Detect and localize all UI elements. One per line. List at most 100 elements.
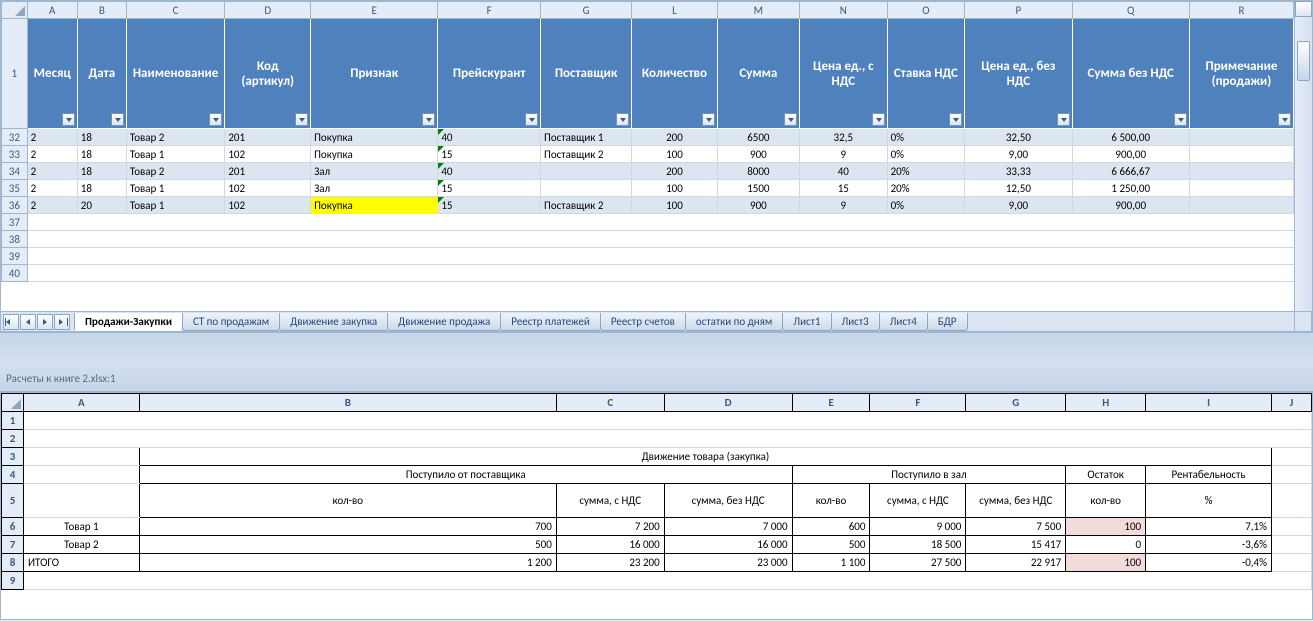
data-cell[interactable]: 40 — [799, 163, 887, 180]
data-cell[interactable]: 2 — [27, 180, 77, 197]
row-header[interactable]: 40 — [2, 265, 28, 282]
data-cell[interactable]: 600 — [792, 518, 870, 536]
data-cell[interactable]: 20% — [887, 180, 965, 197]
sheet-tab[interactable]: Лист1 — [782, 313, 831, 331]
data-cell[interactable]: 201 — [225, 163, 311, 180]
data-cell[interactable]: 40 — [438, 163, 541, 180]
filter-dropdown-icon[interactable] — [62, 113, 75, 126]
select-all-corner[interactable] — [2, 394, 24, 412]
sheet-tab[interactable]: Лист3 — [831, 313, 880, 331]
data-cell[interactable]: 16 000 — [556, 536, 664, 554]
empty-cell[interactable] — [23, 572, 1311, 590]
data-cell[interactable]: 102 — [225, 197, 311, 214]
data-cell[interactable]: 23 000 — [664, 554, 792, 572]
empty-cell[interactable] — [1272, 448, 1312, 466]
empty-cell[interactable] — [23, 448, 139, 466]
data-cell[interactable]: 2 — [27, 146, 77, 163]
table-header-cell[interactable]: Код (артикул) — [225, 19, 311, 129]
table-header-cell[interactable]: Поставщик — [541, 19, 632, 129]
sub-header[interactable]: кол-во — [1066, 484, 1146, 518]
row-header[interactable]: 39 — [2, 248, 28, 265]
sheet-tab[interactable]: СТ по продажам — [182, 313, 280, 331]
data-cell[interactable]: 0% — [887, 197, 965, 214]
select-all-corner[interactable] — [2, 2, 28, 19]
data-cell[interactable] — [1189, 129, 1293, 146]
col-header[interactable]: G — [541, 2, 632, 19]
data-cell[interactable]: 2 — [27, 163, 77, 180]
ostatok-cell[interactable]: 100 — [1066, 518, 1146, 536]
data-cell[interactable] — [1189, 163, 1293, 180]
row-header[interactable]: 8 — [2, 554, 24, 572]
data-cell[interactable]: 900,00 — [1072, 197, 1189, 214]
sheet-tab[interactable]: Реестр счетов — [600, 313, 686, 331]
data-cell[interactable]: 500 — [139, 536, 556, 554]
data-cell[interactable]: 9 — [799, 197, 887, 214]
data-cell[interactable]: 9,00 — [965, 197, 1072, 214]
group-header[interactable]: Остаток — [1066, 466, 1146, 484]
data-cell[interactable]: 7 200 — [556, 518, 664, 536]
data-cell[interactable]: 6500 — [717, 129, 799, 146]
table-header-cell[interactable]: Ставка НДС — [887, 19, 965, 129]
vertical-scrollbar[interactable] — [1294, 1, 1312, 311]
data-cell[interactable] — [541, 180, 632, 197]
filter-dropdown-icon[interactable] — [209, 113, 222, 126]
col-header[interactable]: B — [77, 2, 126, 19]
data-cell[interactable]: Поставщик 2 — [541, 146, 632, 163]
col-header[interactable]: A — [27, 2, 77, 19]
col-header[interactable]: P — [965, 2, 1072, 19]
data-cell[interactable]: Зал — [311, 180, 438, 197]
sub-header[interactable]: сумма, с НДС — [870, 484, 966, 518]
table-header-cell[interactable]: Признак — [311, 19, 438, 129]
col-header[interactable]: R — [1189, 2, 1293, 19]
data-cell[interactable] — [541, 163, 632, 180]
row-header[interactable]: 5 — [2, 484, 24, 518]
row-header[interactable]: 3 — [2, 448, 24, 466]
summary-title[interactable]: Движение товара (закупка) — [139, 448, 1271, 466]
sheet-tab[interactable]: Реестр платежей — [500, 313, 601, 331]
data-cell[interactable]: 7 000 — [664, 518, 792, 536]
empty-cell[interactable] — [1272, 536, 1312, 554]
sheet-tab[interactable]: Лист4 — [879, 313, 928, 331]
row-header[interactable]: 38 — [2, 231, 28, 248]
col-header[interactable]: M — [717, 2, 799, 19]
data-cell[interactable]: 40 — [438, 129, 541, 146]
row-header[interactable]: 9 — [2, 572, 24, 590]
col-header[interactable]: A — [23, 394, 139, 412]
rent-cell[interactable]: -3,6% — [1146, 536, 1272, 554]
sub-header[interactable]: сумма, без НДС — [966, 484, 1066, 518]
empty-cell[interactable] — [1272, 484, 1312, 518]
filter-dropdown-icon[interactable] — [295, 113, 308, 126]
rent-cell[interactable]: -0,4% — [1146, 554, 1272, 572]
filter-dropdown-icon[interactable] — [1174, 113, 1187, 126]
col-header[interactable]: B — [139, 394, 556, 412]
table-header-cell[interactable]: Сумма без НДС — [1072, 19, 1189, 129]
table-header-cell[interactable]: Цена ед., с НДС — [799, 19, 887, 129]
data-cell[interactable]: 100 — [632, 146, 718, 163]
data-cell[interactable]: Покупка — [311, 197, 438, 214]
data-cell[interactable]: 12,50 — [965, 180, 1072, 197]
filter-dropdown-icon[interactable] — [616, 113, 629, 126]
tab-nav-first-button[interactable] — [3, 314, 19, 330]
data-cell[interactable]: 18 500 — [870, 536, 966, 554]
row-header[interactable]: 32 — [2, 129, 28, 146]
row-header[interactable]: 2 — [2, 430, 24, 448]
data-cell[interactable]: 9,00 — [965, 146, 1072, 163]
sub-header[interactable]: сумма, с НДС — [556, 484, 664, 518]
filter-dropdown-icon[interactable] — [1057, 113, 1070, 126]
filter-dropdown-icon[interactable] — [1278, 113, 1291, 126]
data-cell[interactable]: 32,5 — [799, 129, 887, 146]
pane-divider[interactable] — [0, 332, 1313, 392]
col-header[interactable]: E — [792, 394, 870, 412]
data-cell[interactable]: 16 000 — [664, 536, 792, 554]
col-header[interactable]: D — [225, 2, 311, 19]
data-cell[interactable]: 200 — [632, 163, 718, 180]
empty-cell[interactable] — [27, 265, 1293, 282]
sub-header[interactable]: кол-во — [792, 484, 870, 518]
row-name-cell[interactable]: Товар 2 — [23, 536, 139, 554]
scroll-up-button[interactable] — [1295, 1, 1312, 17]
data-cell[interactable]: 23 200 — [556, 554, 664, 572]
row-header[interactable]: 34 — [2, 163, 28, 180]
col-header[interactable]: G — [966, 394, 1066, 412]
scroll-thumb[interactable] — [1297, 41, 1310, 81]
col-header[interactable]: F — [438, 2, 541, 19]
